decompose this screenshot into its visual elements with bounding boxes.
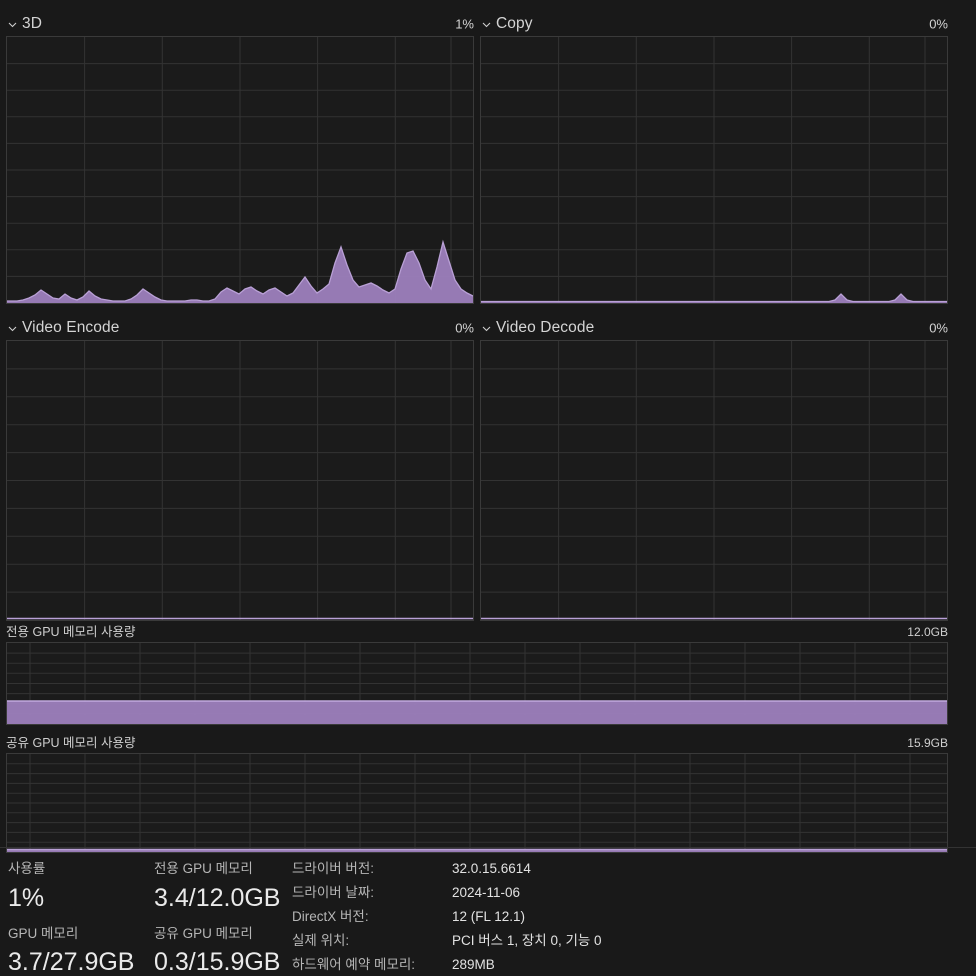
graph-copy [480,36,948,304]
graph-shared-memory [6,753,948,853]
stat-label-gpu-memory: GPU 메모리 [8,926,79,941]
graph-shared-memory-series [7,848,947,852]
detail-value-driver-date: 2024-11-06 [452,885,521,900]
stat-value-dedicated-memory: 3.4/12.0GB [154,884,281,912]
stat-label-dedicated-memory: 전용 GPU 메모리 [154,861,253,876]
chevron-down-icon[interactable] [480,322,493,335]
shared-memory-max: 15.9GB [907,736,948,750]
detail-label-hardware-reserved: 하드웨어 예약 메모리: [292,957,416,972]
footer-divider [0,847,976,848]
graph-video-encode [6,340,474,621]
section-shared-memory: 공유 GPU 메모리 사용량 15.9GB [6,733,948,853]
dedicated-memory-header: 전용 GPU 메모리 사용량 12.0GB [6,622,948,642]
panel-video-encode-header[interactable]: Video Encode 0% [6,316,474,340]
panel-video-encode: Video Encode 0% [6,316,474,621]
chevron-down-icon[interactable] [6,18,19,31]
graph-dedicated-memory [6,642,948,725]
panel-video-encode-title: Video Encode [22,319,120,337]
panel-video-decode-title: Video Decode [496,319,595,337]
gpu-performance-view: 3D 1% Copy 0% Video Encode 0% Video Deco… [0,0,976,976]
panel-3d: 3D 1% [6,12,474,304]
section-dedicated-memory: 전용 GPU 메모리 사용량 12.0GB [6,622,948,725]
detail-value-directx-version: 12 (FL 12.1) [452,909,526,924]
panel-3d-title: 3D [22,15,43,33]
panel-copy-value: 0% [929,16,948,32]
panel-copy-header[interactable]: Copy 0% [480,12,948,36]
panel-3d-value: 1% [455,16,474,32]
detail-label-directx-version: DirectX 버전: [292,909,369,924]
panel-3d-header[interactable]: 3D 1% [6,12,474,36]
stat-label-utilization: 사용률 [8,861,46,876]
panel-video-decode: Video Decode 0% [480,316,948,621]
chevron-down-icon[interactable] [480,18,493,31]
stat-label-shared-memory: 공유 GPU 메모리 [154,926,253,941]
panel-video-decode-value: 0% [929,320,948,336]
dedicated-memory-title: 전용 GPU 메모리 사용량 [6,624,136,639]
detail-label-physical-location: 실제 위치: [292,933,350,948]
stat-value-utilization: 1% [8,884,45,912]
dedicated-memory-max: 12.0GB [907,625,948,639]
panel-video-decode-header[interactable]: Video Decode 0% [480,316,948,340]
graph-dedicated-memory-series [7,700,947,724]
detail-value-driver-version: 32.0.15.6614 [452,861,531,876]
shared-memory-title: 공유 GPU 메모리 사용량 [6,735,136,750]
graph-video-decode [480,340,948,621]
panel-copy-title: Copy [496,15,533,33]
stat-value-shared-memory: 0.3/15.9GB [154,948,281,976]
chevron-down-icon[interactable] [6,322,19,335]
detail-label-driver-version: 드라이버 버전: [292,861,375,876]
detail-label-driver-date: 드라이버 날짜: [292,885,375,900]
graph-3d [6,36,474,304]
shared-memory-header: 공유 GPU 메모리 사용량 15.9GB [6,733,948,753]
stat-value-gpu-memory: 3.7/27.9GB [8,948,135,976]
detail-value-physical-location: PCI 버스 1, 장치 0, 기능 0 [452,933,602,948]
panel-video-encode-value: 0% [455,320,474,336]
panel-copy: Copy 0% [480,12,948,304]
detail-value-hardware-reserved: 289MB [452,957,495,972]
